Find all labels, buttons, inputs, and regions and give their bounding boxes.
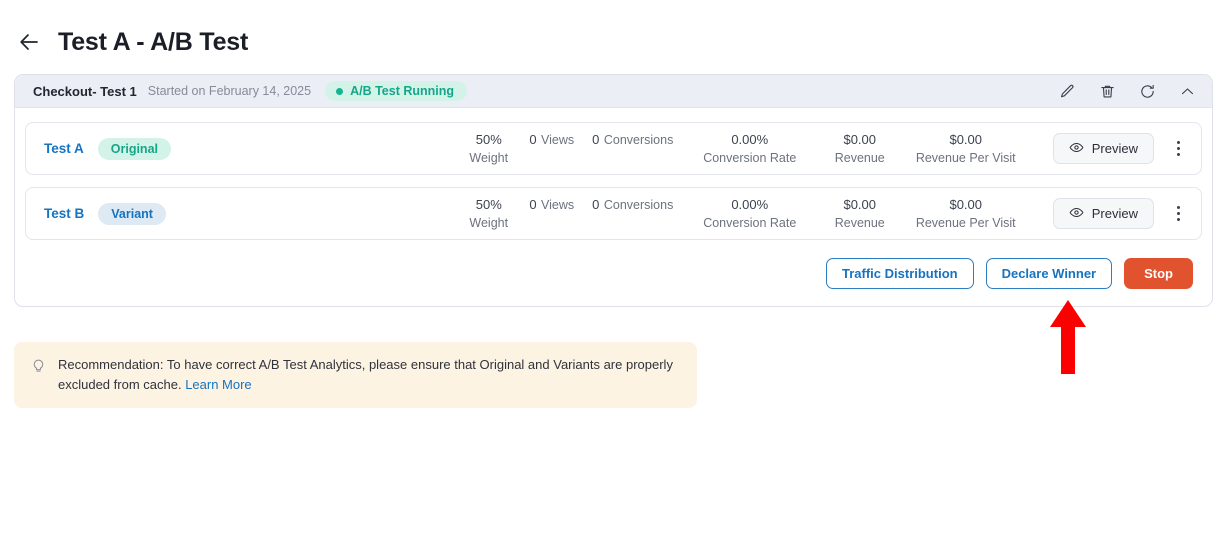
metric-value: 0 (529, 131, 537, 147)
test-card-footer-actions: Traffic Distribution Declare Winner Stop (25, 252, 1202, 293)
metric-label: Conversion Rate (703, 150, 797, 165)
metric-weight: 50% Weight (457, 131, 521, 167)
variant-name[interactable]: Test B (44, 206, 84, 221)
preview-button[interactable]: Preview (1052, 133, 1154, 164)
table-row: Test B Variant 50% Weight 0 Views 0 Conv… (25, 187, 1202, 240)
metric-value: $0.00 (949, 196, 983, 212)
metric-revenue-per-visit: $0.00 Revenue Per Visit (903, 131, 1029, 167)
metric-value: 0 (529, 196, 537, 212)
recommendation-text: Recommendation: To have correct A/B Test… (58, 355, 681, 394)
row-actions: Preview (1052, 133, 1193, 164)
metric-conversions: 0 Conversions (583, 196, 683, 214)
refresh-icon[interactable] (1132, 76, 1162, 106)
metric-value: 0 (592, 131, 600, 147)
eye-icon (1069, 140, 1084, 158)
preview-button[interactable]: Preview (1052, 198, 1154, 229)
arrow-left-icon[interactable] (16, 29, 42, 55)
status-badge-label: A/B Test Running (350, 84, 455, 98)
metric-label: Conversion Rate (703, 215, 797, 230)
learn-more-link[interactable]: Learn More (185, 377, 251, 392)
status-dot-icon (336, 87, 344, 95)
metric-revenue-per-visit: $0.00 Revenue Per Visit (903, 196, 1029, 232)
metric-value: 0.00% (731, 131, 769, 147)
row-actions: Preview (1052, 198, 1193, 229)
metric-views: 0 Views (521, 196, 583, 214)
traffic-distribution-button[interactable]: Traffic Distribution (826, 258, 974, 289)
preview-button-label: Preview (1091, 206, 1138, 221)
variant-metrics: 50% Weight 0 Views 0 Conversions 0.00% C… (457, 131, 1029, 167)
trash-icon[interactable] (1092, 76, 1122, 106)
metric-conversion-rate: 0.00% Conversion Rate (683, 196, 817, 232)
metric-label: Revenue (834, 150, 885, 165)
test-card-header: Checkout- Test 1 Started on February 14,… (15, 75, 1212, 108)
metric-label: Revenue Per Visit (915, 215, 1016, 230)
test-name: Checkout- Test 1 (33, 83, 137, 99)
eye-icon (1069, 205, 1084, 223)
declare-winner-button[interactable]: Declare Winner (985, 258, 1113, 289)
metric-label: Revenue Per Visit (915, 150, 1016, 165)
metric-value: $0.00 (843, 131, 877, 147)
metric-label: Weight (469, 215, 509, 230)
metric-conversion-rate: 0.00% Conversion Rate (683, 131, 817, 167)
edit-pencil-icon[interactable] (1052, 76, 1082, 106)
ab-test-page: Test A - A/B Test Checkout- Test 1 Start… (0, 0, 1227, 558)
metric-label: Conversions (603, 197, 674, 212)
metric-revenue: $0.00 Revenue (817, 131, 903, 167)
metric-value: 50% (475, 196, 502, 212)
variant-type-badge: Original (97, 137, 171, 160)
stop-button[interactable]: Stop (1124, 258, 1193, 289)
metric-label: Views (541, 197, 575, 212)
table-row: Test A Original 50% Weight 0 Views 0 Con… (25, 122, 1202, 175)
status-badge: A/B Test Running (325, 81, 468, 101)
chevron-up-icon[interactable] (1172, 76, 1202, 106)
metric-label: Revenue (834, 215, 885, 230)
test-card-body: Test A Original 50% Weight 0 Views 0 Con… (15, 108, 1212, 306)
preview-button-label: Preview (1091, 141, 1138, 156)
metric-label: Views (541, 132, 575, 147)
variant-name[interactable]: Test A (44, 141, 84, 156)
metric-revenue: $0.00 Revenue (817, 196, 903, 232)
metric-value: 0 (592, 196, 600, 212)
recommendation-message: Recommendation: To have correct A/B Test… (58, 357, 673, 392)
metric-views: 0 Views (521, 131, 583, 149)
row-menu-button[interactable] (1163, 199, 1193, 229)
row-menu-button[interactable] (1163, 134, 1193, 164)
page-header: Test A - A/B Test (0, 0, 1227, 62)
variant-type-badge: Variant (98, 202, 166, 225)
red-up-arrow-annotation (1046, 300, 1090, 374)
metric-label: Weight (469, 150, 509, 165)
lightbulb-icon (30, 356, 47, 378)
metric-conversions: 0 Conversions (583, 131, 683, 149)
metric-label: Conversions (603, 132, 674, 147)
metric-weight: 50% Weight (457, 196, 521, 232)
page-title: Test A - A/B Test (58, 27, 249, 56)
recommendation-banner: Recommendation: To have correct A/B Test… (14, 342, 697, 408)
metric-value: 0.00% (731, 196, 769, 212)
test-card: Checkout- Test 1 Started on February 14,… (14, 74, 1213, 307)
test-start-date: Started on February 14, 2025 (147, 84, 312, 98)
variant-metrics: 50% Weight 0 Views 0 Conversions 0.00% C… (457, 196, 1029, 232)
metric-value: $0.00 (843, 196, 877, 212)
metric-value: 50% (475, 131, 502, 147)
metric-value: $0.00 (949, 131, 983, 147)
test-card-toolbar (1052, 76, 1202, 106)
